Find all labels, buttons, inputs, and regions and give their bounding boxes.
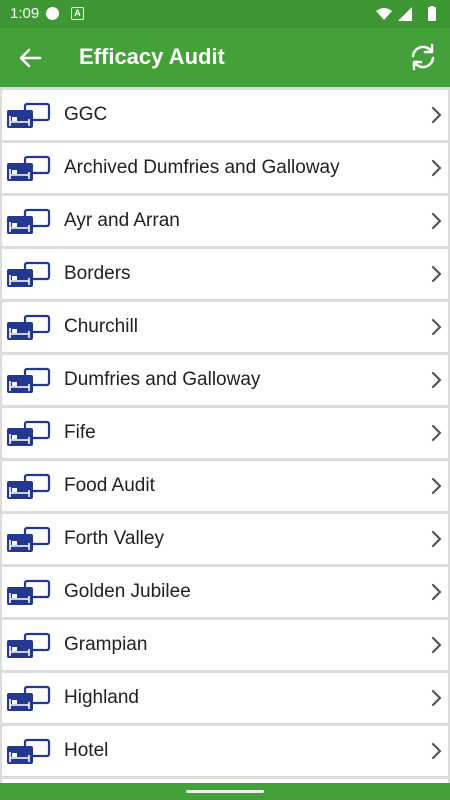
system-nav-bar [0,783,450,800]
chevron-right-icon [431,636,442,654]
chevron-right-icon [431,530,442,548]
hospital-beds-icon [7,208,51,234]
list-item[interactable]: GGC [2,90,448,140]
hospital-beds-icon [7,579,51,605]
hospital-beds-icon [7,526,51,552]
back-arrow-icon[interactable] [14,43,46,73]
list-item[interactable]: Grampian [2,620,448,670]
chevron-right-icon [431,477,442,495]
list-item[interactable]: Golden Jubilee [2,567,448,617]
app-bar: Efficacy Audit [0,28,450,87]
chevron-right-icon [431,689,442,707]
hospital-beds-icon [7,261,51,287]
list-item[interactable]: Hotel [2,726,448,776]
list-item[interactable]: Archived Dumfries and Galloway [2,143,448,193]
list-item[interactable]: Forth Valley [2,514,448,564]
status-time: 1:09 [10,5,40,22]
gesture-handle[interactable] [186,790,264,793]
hospital-beds-icon [7,314,51,340]
list-item-label: Golden Jubilee [64,581,191,602]
hospital-beds-icon [7,420,51,446]
list-item-label: GGC [64,104,108,125]
notification-dot-icon [46,7,59,20]
list-item-label: Dumfries and Galloway [64,369,261,390]
list-item[interactable]: Dumfries and Galloway [2,355,448,405]
chevron-right-icon [431,106,442,124]
list-item-label: Highland [64,687,139,708]
hospital-beds-icon [7,367,51,393]
page-title: Efficacy Audit [79,44,225,69]
hospital-beds-icon [7,738,51,764]
list-item-label: Archived Dumfries and Galloway [64,157,340,178]
chevron-right-icon [431,424,442,442]
chevron-right-icon [431,583,442,601]
list-item-label: Food Audit [64,475,155,496]
list-item[interactable]: Highland [2,673,448,723]
chevron-right-icon [431,742,442,760]
list-item-label: Borders [64,263,131,284]
hospital-beds-icon [7,632,51,658]
a-badge-icon: A [71,7,84,20]
system-status-icons [376,6,436,21]
list-item-label: Forth Valley [64,528,164,549]
hospital-beds-icon [7,102,51,128]
list-item-label: Fife [64,422,96,443]
refresh-icon[interactable] [408,42,438,72]
hospital-beds-icon [7,155,51,181]
list-item[interactable]: Ayr and Arran [2,196,448,246]
chevron-right-icon [431,371,442,389]
hospital-beds-icon [7,685,51,711]
list-item[interactable]: Churchill [2,302,448,352]
list-item-label: Ayr and Arran [64,210,180,231]
audit-list: GGC Archived Dumfries and Galloway Ayr a… [0,87,450,783]
hospital-beds-icon [7,473,51,499]
list-item-label: Grampian [64,634,148,655]
list-item[interactable]: Food Audit [2,461,448,511]
chevron-right-icon [431,265,442,283]
list-item-label: Churchill [64,316,138,337]
status-bar: 1:09 A [0,0,450,28]
chevron-right-icon [431,212,442,230]
chevron-right-icon [431,318,442,336]
list-item[interactable]: Borders [2,249,448,299]
chevron-right-icon [431,159,442,177]
list-item[interactable]: Fife [2,408,448,458]
list-item-label: Hotel [64,740,109,761]
